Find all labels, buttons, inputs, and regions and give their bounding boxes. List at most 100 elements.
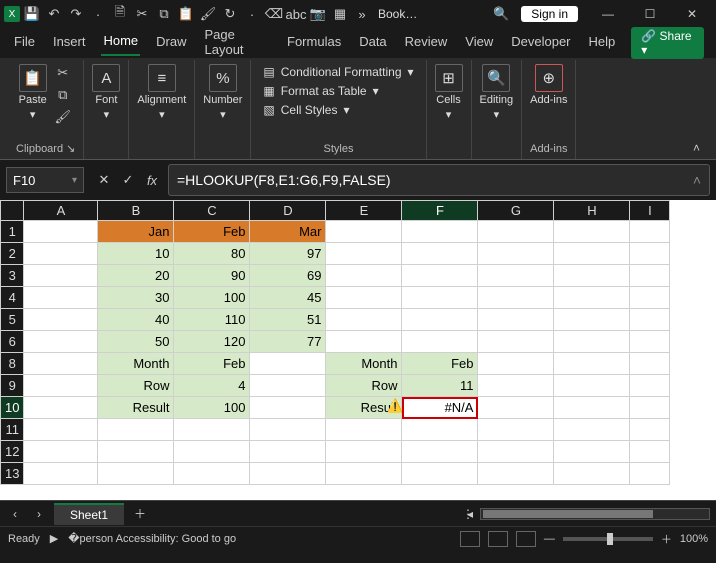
cut-icon[interactable]: ✂ <box>132 4 152 24</box>
row-header-2[interactable]: 2 <box>1 243 24 265</box>
share-button[interactable]: 🔗 Share ▾ <box>631 27 704 59</box>
cell[interactable]: Row <box>326 375 402 397</box>
cell[interactable] <box>554 397 630 419</box>
spreadsheet-grid[interactable]: A B C D E F G H I 1JanFebMar 2108097 320… <box>0 200 716 500</box>
menu-page-layout[interactable]: Page Layout <box>203 24 272 63</box>
cell[interactable] <box>478 331 554 353</box>
cell[interactable] <box>402 221 478 243</box>
cell[interactable] <box>478 419 554 441</box>
cell[interactable]: Month <box>98 353 174 375</box>
col-header-h[interactable]: H <box>554 201 630 221</box>
cell[interactable] <box>250 419 326 441</box>
cell[interactable] <box>98 419 174 441</box>
cell[interactable] <box>402 243 478 265</box>
dialog-launcher-icon[interactable]: ↘ <box>66 143 75 155</box>
expand-formula-icon[interactable]: ˄ <box>693 172 701 188</box>
row-header-13[interactable]: 13 <box>1 463 24 485</box>
strike-icon[interactable]: abc <box>286 4 306 24</box>
row-header-12[interactable]: 12 <box>1 441 24 463</box>
row-header-8[interactable]: 8 <box>1 353 24 375</box>
close-button[interactable]: ✕ <box>672 0 712 28</box>
menu-view[interactable]: View <box>463 31 495 55</box>
cell[interactable]: Feb <box>402 353 478 375</box>
menu-home[interactable]: Home <box>101 30 140 56</box>
format-painter-mini-icon[interactable]: 🖌 <box>53 108 73 126</box>
cell[interactable] <box>174 441 250 463</box>
cell[interactable] <box>554 243 630 265</box>
cell[interactable] <box>250 375 326 397</box>
cells-button[interactable]: ⊞ Cells ▾ <box>435 64 463 121</box>
cell[interactable]: 50 <box>98 331 174 353</box>
row-header-10[interactable]: 10 <box>1 397 24 419</box>
undo-icon[interactable]: ↶ <box>44 4 64 24</box>
maximize-button[interactable]: ☐ <box>630 0 670 28</box>
cut-mini-icon[interactable]: ✂ <box>53 64 73 82</box>
cell[interactable] <box>24 441 98 463</box>
cell[interactable] <box>630 375 670 397</box>
paste-button[interactable]: 📋 Paste ▾ <box>19 64 47 121</box>
cell[interactable]: 45 <box>250 287 326 309</box>
cell[interactable]: 120 <box>174 331 250 353</box>
row-header-5[interactable]: 5 <box>1 309 24 331</box>
cell[interactable]: Mar <box>250 221 326 243</box>
cell[interactable] <box>250 397 326 419</box>
zoom-out-icon[interactable]: — <box>544 533 555 545</box>
document-name[interactable]: Book… <box>378 7 417 21</box>
cell[interactable]: Feb <box>174 353 250 375</box>
cell[interactable] <box>554 331 630 353</box>
search-icon[interactable]: 🔍 <box>491 4 511 24</box>
add-sheet-icon[interactable]: ＋ <box>130 505 150 522</box>
menu-file[interactable]: File <box>12 31 37 55</box>
cell[interactable] <box>478 287 554 309</box>
cell[interactable]: 110 <box>174 309 250 331</box>
cell[interactable] <box>554 463 630 485</box>
col-header-d[interactable]: D <box>250 201 326 221</box>
cell[interactable] <box>326 463 402 485</box>
cell[interactable] <box>24 419 98 441</box>
cell[interactable]: 11 <box>402 375 478 397</box>
cell[interactable]: Jan <box>98 221 174 243</box>
prev-sheet-icon[interactable]: ‹ <box>6 507 24 521</box>
cell[interactable] <box>250 441 326 463</box>
cell[interactable] <box>24 287 98 309</box>
col-header-c[interactable]: C <box>174 201 250 221</box>
new-file-icon[interactable]: 🗎 <box>110 4 130 24</box>
cell[interactable] <box>554 375 630 397</box>
cell[interactable]: Row <box>98 375 174 397</box>
cell[interactable] <box>250 353 326 375</box>
page-layout-view-icon[interactable] <box>488 531 508 547</box>
cell[interactable]: 51 <box>250 309 326 331</box>
cell[interactable] <box>630 397 670 419</box>
chevron-down-icon[interactable]: ▾ <box>72 175 77 186</box>
menu-review[interactable]: Review <box>403 31 450 55</box>
menu-developer[interactable]: Developer <box>509 31 572 55</box>
font-button[interactable]: A Font ▾ <box>92 64 120 121</box>
conditional-formatting-button[interactable]: ▤ Conditional Formatting ▾ <box>259 64 417 80</box>
addins-button[interactable]: ⊕ Add-ins <box>530 64 567 106</box>
cell[interactable] <box>478 441 554 463</box>
cell[interactable]: 40 <box>98 309 174 331</box>
save-icon[interactable]: 💾 <box>22 4 42 24</box>
zoom-in-icon[interactable]: ＋ <box>661 531 672 547</box>
editing-button[interactable]: 🔍 Editing ▾ <box>480 64 514 121</box>
cell[interactable]: Result⚠️ <box>326 397 402 419</box>
cell[interactable] <box>24 331 98 353</box>
cell[interactable] <box>98 463 174 485</box>
cell[interactable] <box>630 309 670 331</box>
cell[interactable] <box>24 397 98 419</box>
cell[interactable] <box>24 463 98 485</box>
menu-formulas[interactable]: Formulas <box>285 31 343 55</box>
cell[interactable] <box>478 397 554 419</box>
row-header-4[interactable]: 4 <box>1 287 24 309</box>
format-as-table-button[interactable]: ▦ Format as Table ▾ <box>259 83 417 99</box>
scrollbar-thumb[interactable] <box>483 510 653 518</box>
cell[interactable] <box>24 309 98 331</box>
cell-styles-button[interactable]: ▧ Cell Styles ▾ <box>259 102 417 118</box>
row-header-1[interactable]: 1 <box>1 221 24 243</box>
col-header-i[interactable]: I <box>630 201 670 221</box>
cell[interactable] <box>554 309 630 331</box>
cell[interactable] <box>326 441 402 463</box>
macro-icon[interactable]: ▶ <box>50 532 58 545</box>
number-button[interactable]: % Number ▾ <box>203 64 242 121</box>
cell[interactable] <box>630 353 670 375</box>
